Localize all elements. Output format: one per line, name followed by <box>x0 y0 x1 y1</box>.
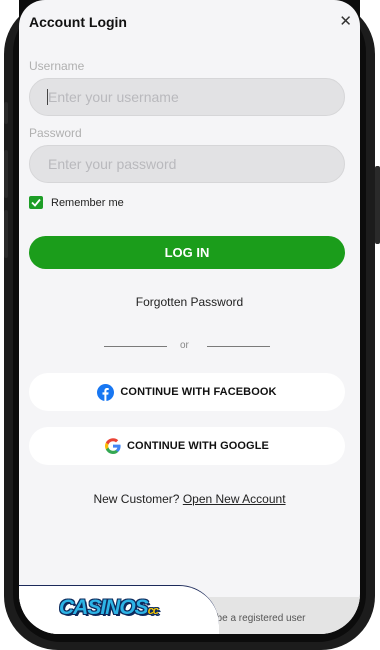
divider-line-right <box>207 346 270 347</box>
logo-suffix: cc <box>147 605 159 617</box>
remember-me-label: Remember me <box>51 197 124 209</box>
divider-line-left <box>104 346 167 347</box>
continue-with-facebook-button[interactable]: CONTINUE WITH FACEBOOK <box>29 373 345 411</box>
facebook-icon <box>97 383 115 401</box>
new-customer-prefix: New Customer? <box>93 492 180 506</box>
new-customer-text: New Customer? Open New Account <box>19 492 360 506</box>
password-input[interactable] <box>29 145 345 183</box>
divider-or: or <box>180 340 189 351</box>
casinos-logo: CASINOScc <box>59 596 159 620</box>
phone-power-button <box>375 166 380 244</box>
username-label: Username <box>29 59 85 73</box>
remember-me-checkbox[interactable] <box>29 196 43 209</box>
google-icon <box>105 438 121 454</box>
phone-side-button <box>4 210 8 258</box>
phone-side-button <box>4 150 8 198</box>
login-modal: Account Login ✕ Username Password Rememb… <box>19 0 360 634</box>
continue-with-google-button[interactable]: CONTINUE WITH GOOGLE <box>29 427 345 465</box>
forgot-password-link[interactable]: Forgotten Password <box>19 295 360 309</box>
modal-title: Account Login <box>29 14 127 30</box>
password-label: Password <box>29 126 82 140</box>
checkmark-icon <box>31 198 41 207</box>
close-icon[interactable]: ✕ <box>339 12 352 30</box>
facebook-button-label: CONTINUE WITH FACEBOOK <box>120 386 277 398</box>
text-cursor <box>47 89 48 105</box>
bottom-note: st be a registered user <box>206 613 306 624</box>
login-button[interactable]: LOG IN <box>29 236 345 269</box>
phone-side-button <box>4 102 8 124</box>
google-button-label: CONTINUE WITH GOOGLE <box>127 440 269 452</box>
open-new-account-link[interactable]: Open New Account <box>183 492 286 506</box>
username-input[interactable] <box>29 78 345 116</box>
logo-text: CASINOS <box>59 596 149 619</box>
